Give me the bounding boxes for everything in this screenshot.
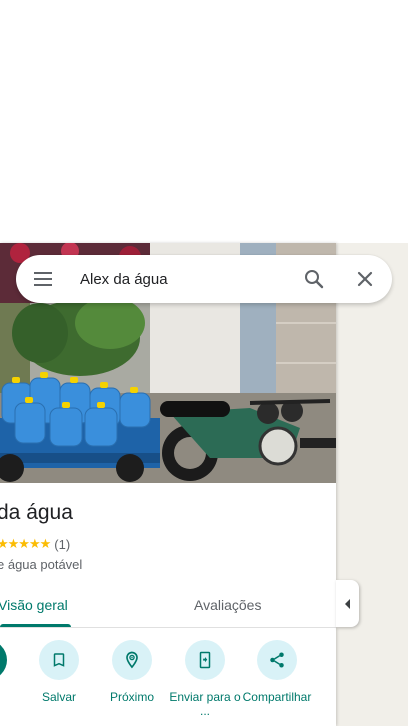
save-button[interactable]: Salvar: [23, 640, 95, 704]
place-title: da água: [0, 501, 73, 524]
place-category[interactable]: e água potável: [0, 557, 82, 572]
tab-overview[interactable]: Visão geral: [0, 583, 68, 627]
nearby-icon: [112, 640, 152, 680]
directions-icon: [0, 640, 7, 680]
nearby-button[interactable]: Próximo: [96, 640, 168, 704]
map-canvas[interactable]: [336, 243, 408, 726]
save-label: Salvar: [41, 690, 76, 704]
rating-row[interactable]: ★★★★★ (1): [0, 536, 70, 552]
send-to-phone-label: Enviar para o ...: [169, 690, 241, 718]
star-rating-icon: ★★★★★: [0, 536, 51, 551]
share-icon: [257, 640, 297, 680]
blank-top-area: [0, 0, 408, 243]
nearby-label: Próximo: [109, 690, 154, 704]
rating-count[interactable]: (1): [54, 537, 70, 552]
place-tabs: Visão geral Avaliações: [0, 583, 336, 628]
place-panel: da água ★★★★★ (1) e água potável Visão g…: [0, 243, 336, 726]
send-to-phone-button[interactable]: Enviar para o ...: [169, 640, 241, 718]
collapse-panel-button[interactable]: [336, 580, 359, 627]
search-input[interactable]: [80, 267, 290, 291]
tab-reviews[interactable]: Avaliações: [194, 583, 261, 627]
search-icon[interactable]: [302, 267, 326, 291]
send-to-phone-icon: [185, 640, 225, 680]
directions-button[interactable]: s: [0, 640, 23, 704]
chevron-left-icon: [344, 598, 350, 609]
bookmark-icon: [39, 640, 79, 680]
menu-icon[interactable]: [32, 269, 56, 289]
search-box: [16, 255, 392, 303]
action-buttons: s Salvar Próximo Enviar para o ... Compa: [0, 640, 336, 726]
share-label: Compartilhar: [242, 690, 312, 704]
close-icon[interactable]: [353, 267, 377, 291]
active-tab-indicator: [0, 624, 71, 627]
share-button[interactable]: Compartilhar: [241, 640, 313, 704]
